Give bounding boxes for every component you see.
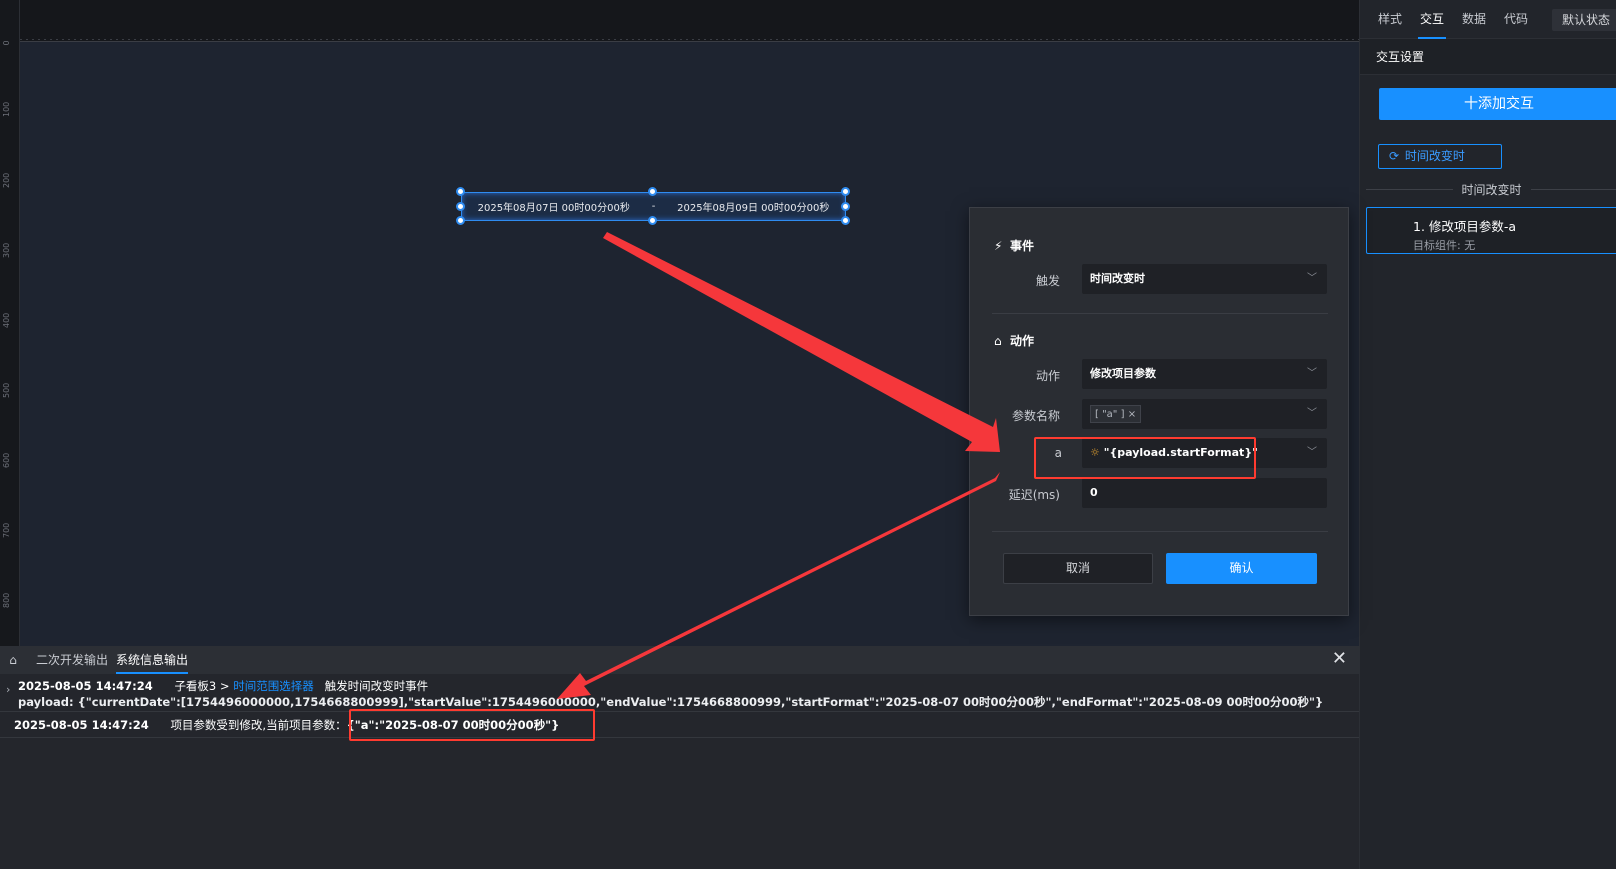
close-icon[interactable]: ✕ — [1332, 648, 1347, 669]
trigger-label: 触发 — [1035, 274, 1060, 288]
log-board: 子看板3 > — [174, 679, 230, 693]
log-payload: payload: {"currentDate":[1754496000000,1… — [18, 695, 1324, 709]
ruler-tick: 500 — [2, 382, 11, 398]
date-start[interactable]: 2025年08月07日 00时00分00秒 — [462, 199, 646, 214]
action-label: 动作 — [1035, 369, 1060, 383]
highlight-box — [1034, 437, 1256, 479]
log-message: 项目参数受到修改,当前项目参数： — [170, 718, 347, 732]
event-header: ⚡ 事件 — [994, 239, 1035, 253]
cancel-button[interactable]: 取消 — [1003, 553, 1153, 584]
chevron-down-icon: ﹀ — [1307, 447, 1317, 458]
log-time: 2025-08-05 14:47:24 — [14, 718, 149, 732]
chevron-down-icon: ﹀ — [1307, 368, 1317, 379]
ruler-tick: 300 — [2, 242, 11, 258]
ruler-tick: 400 — [2, 312, 11, 328]
log-message: 触发时间改变时事件 — [324, 679, 429, 693]
vertical-ruler: 0 100 200 300 400 500 600 700 800 — [0, 0, 20, 646]
chip-close-icon[interactable]: × — [1128, 409, 1136, 420]
date-separator: - — [651, 201, 656, 212]
tab-system-output[interactable]: 系统信息输出 — [116, 646, 189, 674]
highlight-box — [349, 709, 595, 741]
resize-handle[interactable] — [456, 187, 465, 196]
param-chip[interactable]: [ "a" ] × — [1090, 405, 1142, 423]
add-interaction-button[interactable]: 十添加交互 — [1379, 88, 1616, 120]
lightning-icon: ⚡ — [994, 239, 1003, 253]
card-subtitle: 目标组件: 无 — [1413, 239, 1476, 252]
ruler-tick: 700 — [2, 522, 11, 538]
param-name-label: 参数名称 — [1011, 409, 1060, 423]
right-panel: 样式 交互 数据 代码 默认状态 交互设置 十添加交互 ⟳ 时间改变时 时间改变… — [1359, 0, 1616, 869]
delay-input[interactable]: 0 — [1082, 478, 1327, 508]
card-title: 1. 修改项目参数-a — [1413, 219, 1517, 234]
refresh-icon: ⟳ — [1389, 149, 1400, 163]
chevron-down-icon: ﹀ — [1307, 408, 1317, 419]
log-component-link[interactable]: 时间范围选择器 — [233, 679, 314, 693]
resize-handle[interactable] — [841, 216, 850, 225]
resize-handle[interactable] — [456, 216, 465, 225]
action-select[interactable]: 修改项目参数 ﹀ — [1082, 359, 1327, 389]
trigger-select[interactable]: 时间改变时 ﹀ — [1082, 264, 1327, 294]
tab-dev-output[interactable]: 二次开发输出 — [36, 646, 108, 674]
resize-handle[interactable] — [841, 187, 850, 196]
log-entry: › 2025-08-05 14:47:24 子看板3 > 时间范围选择器 触发时… — [0, 678, 1359, 712]
separator — [992, 531, 1328, 532]
tab-code[interactable]: 代码 — [1504, 0, 1528, 39]
ruler-tick: 600 — [2, 452, 11, 468]
console-tabs: ⌂ 二次开发输出 系统信息输出 ✕ — [0, 646, 1359, 674]
confirm-button[interactable]: 确认 — [1166, 553, 1317, 584]
date-end[interactable]: 2025年08月09日 00时00分00秒 — [662, 199, 846, 214]
basket-icon[interactable]: ⌂ — [2, 653, 24, 667]
event-tag-label: 时间改变时 — [1404, 149, 1465, 163]
log-entry: 2025-08-05 14:47:24 项目参数受到修改,当前项目参数：{"a"… — [0, 714, 1359, 738]
event-divider: 时间改变时 — [1366, 181, 1616, 197]
horizontal-ruler — [20, 0, 1359, 42]
console-panel: ⌂ 二次开发输出 系统信息输出 ✕ › 2025-08-05 14:47:24 … — [0, 646, 1359, 869]
interaction-card[interactable]: 1. 修改项目参数-a 目标组件: 无 — [1366, 207, 1616, 254]
param-name-select[interactable]: [ "a" ] × ﹀ — [1082, 399, 1327, 429]
tab-interaction[interactable]: 交互 — [1418, 0, 1447, 39]
ruler-tick: 200 — [2, 172, 11, 188]
action-header: ⌂ 动作 — [994, 334, 1035, 348]
tab-data[interactable]: 数据 — [1462, 0, 1486, 39]
state-selector[interactable]: 默认状态 — [1551, 9, 1616, 31]
resize-handle[interactable] — [456, 202, 465, 211]
resize-handle[interactable] — [841, 202, 850, 211]
divider-label: 时间改变时 — [1461, 182, 1522, 197]
log-time: 2025-08-05 14:47:24 — [18, 679, 153, 693]
panel-tabs: 样式 交互 数据 代码 默认状态 — [1360, 0, 1616, 39]
chevron-down-icon: ﹀ — [1307, 273, 1317, 284]
ruler-tick: 800 — [2, 592, 11, 608]
section-title: 交互设置 — [1360, 39, 1616, 75]
separator — [992, 313, 1328, 314]
home-icon: ⌂ — [994, 334, 1002, 348]
event-tag[interactable]: ⟳ 时间改变时 — [1378, 144, 1502, 169]
interaction-dialog: ⚡ 事件 触发 时间改变时 ﹀ ⌂ 动作 动作 修改项目参数 ﹀ 参数名称 [ "a" … — [969, 207, 1349, 616]
tab-style[interactable]: 样式 — [1378, 0, 1402, 39]
chevron-right-icon[interactable]: › — [6, 683, 10, 696]
delay-label: 延迟(ms) — [1008, 488, 1060, 502]
resize-handle[interactable] — [648, 187, 657, 196]
resize-handle[interactable] — [648, 216, 657, 225]
ruler-tick: 0 — [2, 40, 11, 46]
ruler-tick: 100 — [2, 101, 11, 117]
